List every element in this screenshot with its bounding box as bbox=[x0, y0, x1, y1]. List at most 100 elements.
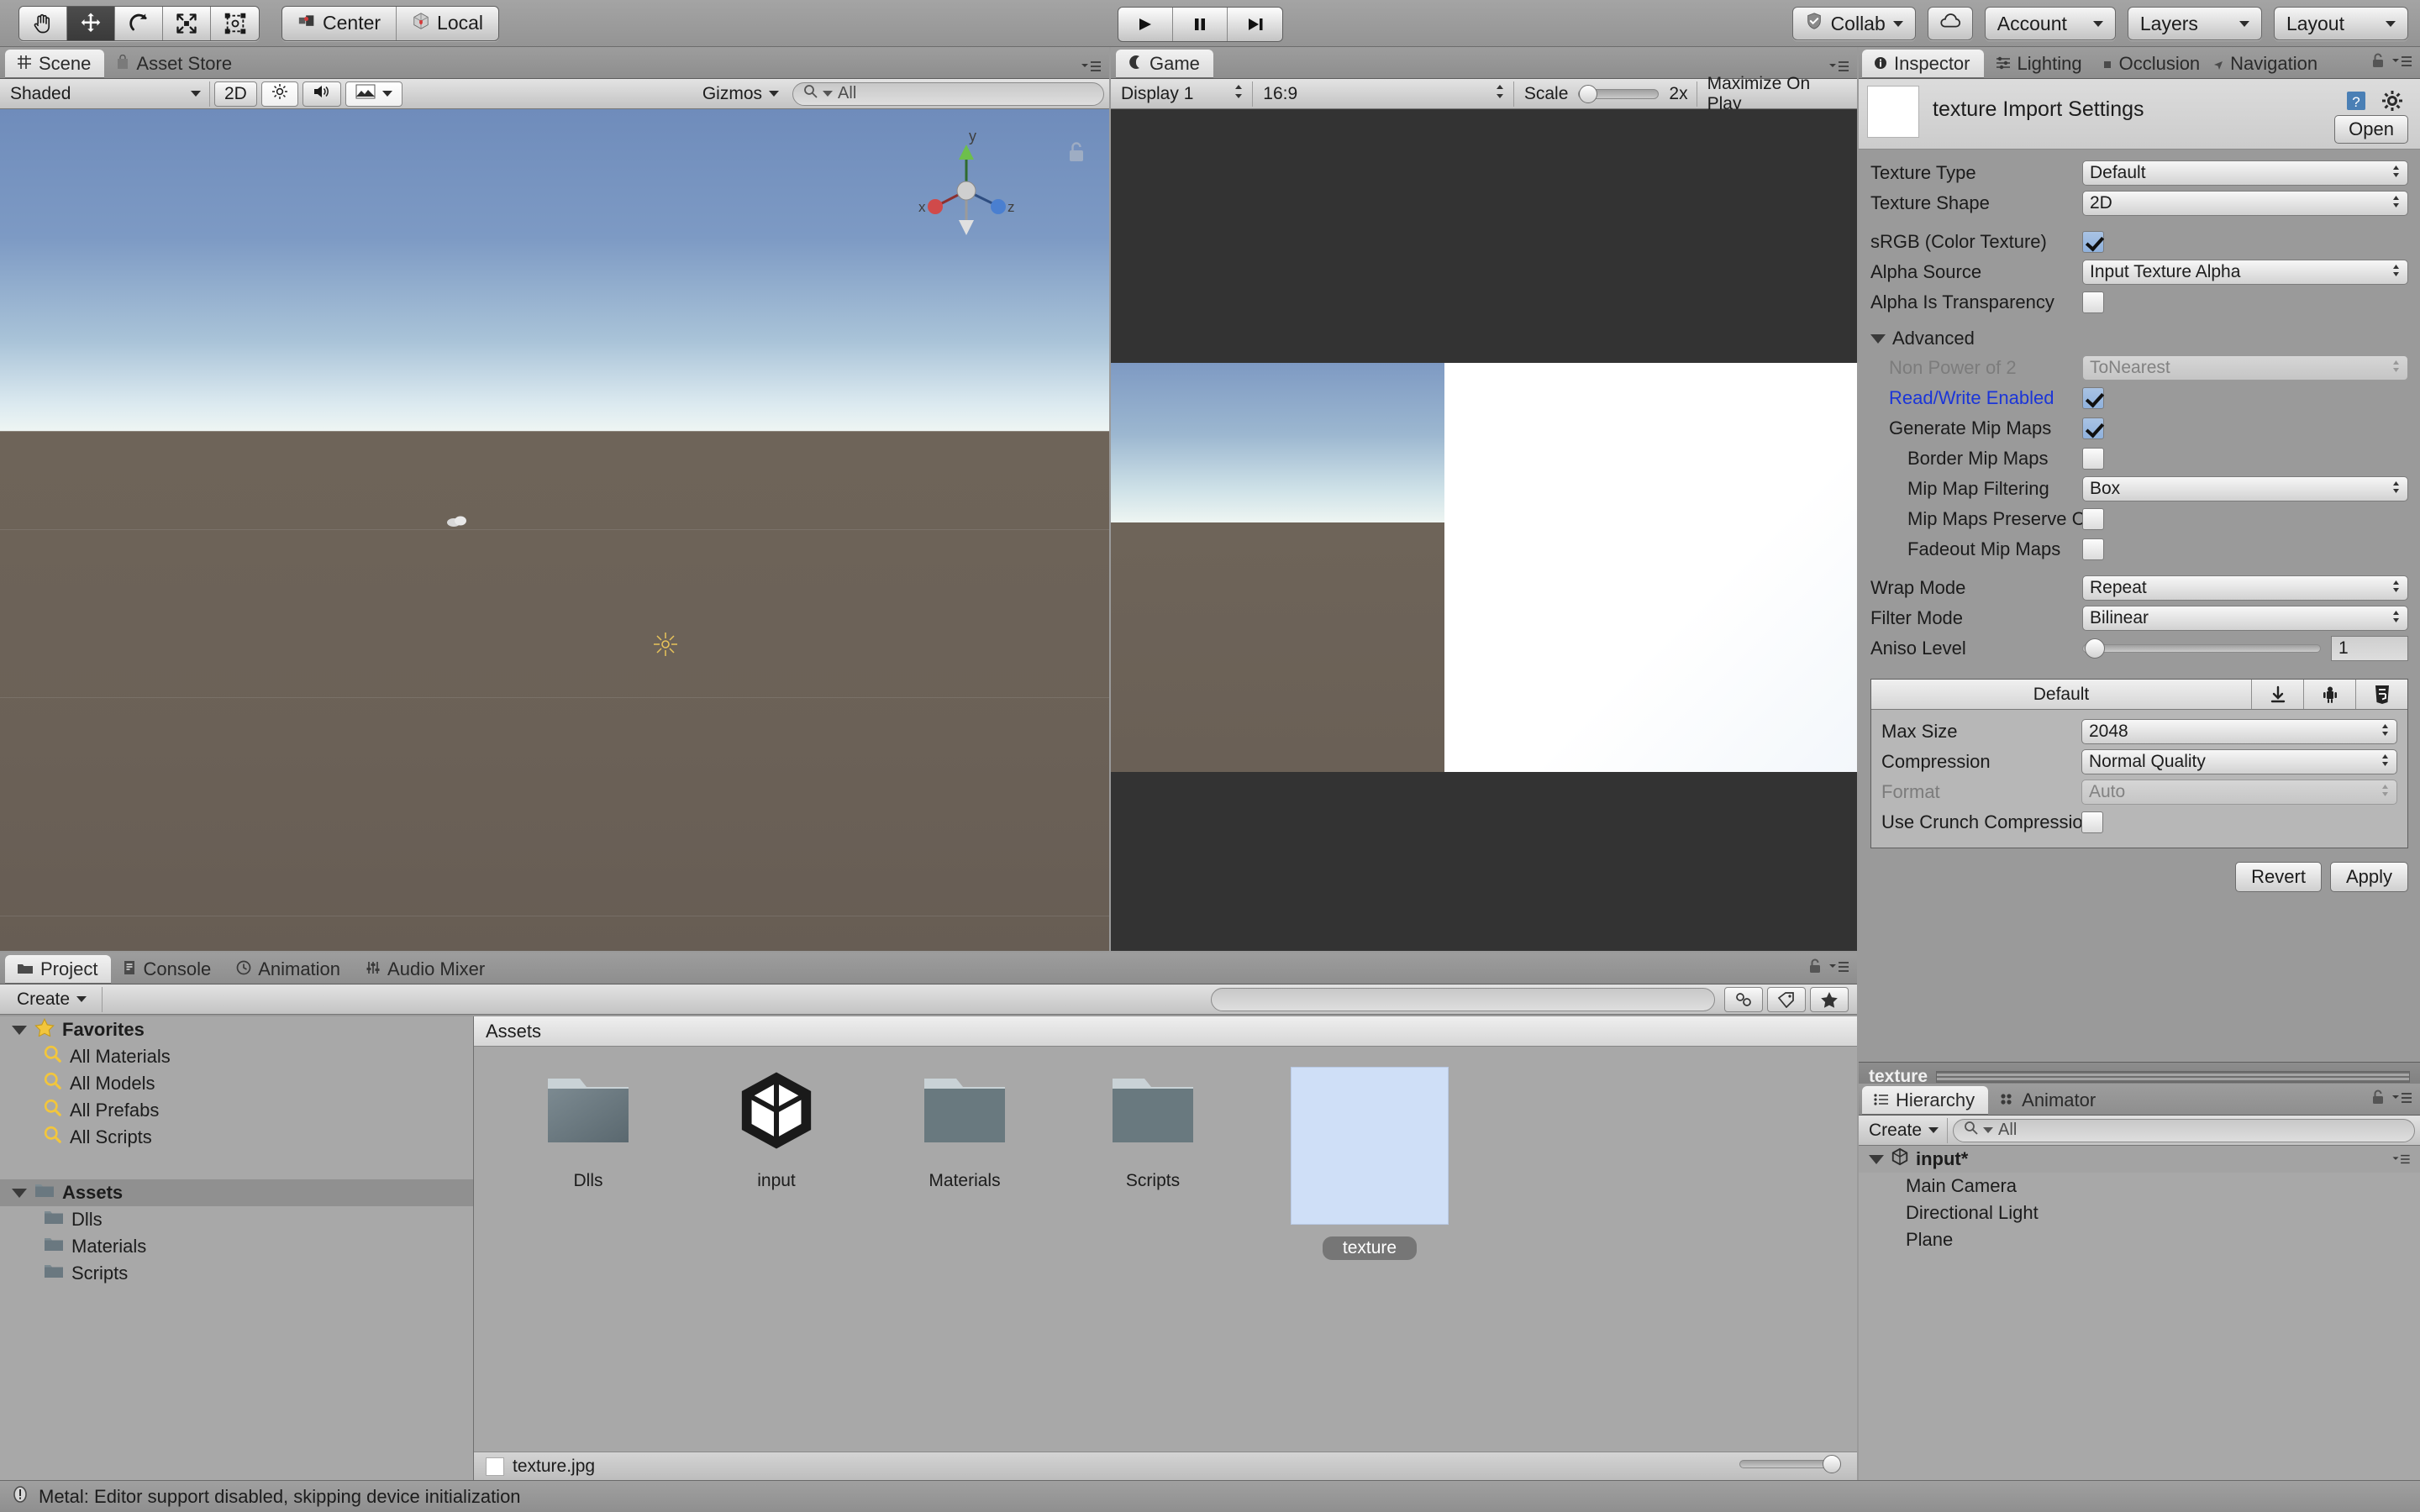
generate-mipmaps-checkbox[interactable] bbox=[2082, 417, 2104, 439]
tree-favorite-all-scripts[interactable]: All Scripts bbox=[0, 1124, 473, 1151]
tree-folder-scripts[interactable]: Scripts bbox=[0, 1260, 473, 1287]
scene-lighting-toggle[interactable] bbox=[260, 81, 298, 107]
hierarchy-create-button[interactable]: Create bbox=[1860, 1117, 1949, 1143]
max-size-dropdown[interactable]: 2048 bbox=[2081, 719, 2397, 744]
tab-game[interactable]: Game bbox=[1116, 50, 1213, 78]
filter-by-label-button[interactable] bbox=[1767, 986, 1806, 1012]
game-viewport[interactable] bbox=[1111, 109, 1857, 951]
inspector-lock-icon[interactable] bbox=[2371, 51, 2385, 73]
tree-favorites-root[interactable]: Favorites bbox=[0, 1016, 473, 1043]
aniso-slider-knob[interactable] bbox=[2085, 638, 2105, 659]
fadeout-mipmaps-checkbox[interactable] bbox=[2082, 538, 2104, 560]
scene-context-menu-icon[interactable] bbox=[2391, 1148, 2412, 1170]
step-button[interactable] bbox=[1228, 8, 1282, 41]
toggle-2d-button[interactable]: 2D bbox=[214, 81, 257, 107]
scene-effects-toggle[interactable] bbox=[345, 81, 402, 107]
scale-tool-button[interactable] bbox=[163, 6, 211, 40]
rotate-tool-button[interactable] bbox=[115, 6, 163, 40]
hierarchy-lock-icon[interactable] bbox=[2371, 1088, 2385, 1110]
platform-tab-default[interactable]: Default bbox=[1871, 685, 2251, 705]
tab-audio-mixer[interactable]: Audio Mixer bbox=[354, 955, 498, 984]
webgl-icon[interactable] bbox=[2355, 680, 2407, 709]
tab-scene[interactable]: Scene bbox=[5, 50, 105, 78]
hierarchy-menu-icon[interactable] bbox=[2391, 1088, 2413, 1110]
asset-item-scripts[interactable]: Scripts bbox=[1099, 1067, 1207, 1452]
aniso-value-field[interactable]: 1 bbox=[2331, 636, 2408, 661]
scene-search-input[interactable]: All bbox=[792, 81, 1105, 106]
tree-folder-dlls[interactable]: Dlls bbox=[0, 1206, 473, 1233]
asset-item-materials[interactable]: Materials bbox=[911, 1067, 1018, 1452]
inspector-menu-icon[interactable] bbox=[2391, 51, 2413, 73]
tab-navigation[interactable]: Navigation bbox=[2207, 50, 2324, 78]
asset-item-texture[interactable]: texture bbox=[1287, 1067, 1452, 1452]
android-icon[interactable] bbox=[2303, 680, 2355, 709]
scene-audio-toggle[interactable] bbox=[302, 81, 341, 107]
asset-item-dlls[interactable]: Dlls bbox=[534, 1067, 642, 1452]
aniso-slider[interactable] bbox=[2082, 638, 2321, 659]
advanced-foldout[interactable]: Advanced bbox=[1870, 324, 2408, 353]
tree-favorite-all-prefabs[interactable]: All Prefabs bbox=[0, 1097, 473, 1124]
apply-button[interactable]: Apply bbox=[2329, 862, 2408, 892]
scene-tab-menu[interactable] bbox=[1081, 60, 1102, 73]
scene-viewport[interactable]: y x z bbox=[0, 109, 1109, 951]
standalone-icon[interactable] bbox=[2251, 680, 2303, 709]
tab-animation[interactable]: Animation bbox=[224, 955, 354, 984]
project-lock-icon[interactable] bbox=[1808, 957, 1822, 979]
draw-mode-dropdown[interactable]: Shaded bbox=[2, 81, 210, 107]
scale-slider-group[interactable]: Scale 2x bbox=[1516, 81, 1697, 107]
play-button[interactable] bbox=[1118, 8, 1173, 41]
tab-project[interactable]: Project bbox=[5, 955, 112, 984]
srgb-checkbox[interactable] bbox=[2082, 231, 2104, 253]
pivot-mode-button[interactable]: Center bbox=[282, 6, 397, 40]
tab-hierarchy[interactable]: Hierarchy bbox=[1862, 1086, 1989, 1115]
move-tool-button[interactable] bbox=[67, 6, 115, 40]
crunch-compression-checkbox[interactable] bbox=[2081, 811, 2103, 833]
alpha-transparency-checkbox[interactable] bbox=[2082, 291, 2104, 313]
hierarchy-item-directional-light[interactable]: Directional Light bbox=[1859, 1200, 2420, 1226]
triangle-down-icon[interactable] bbox=[1869, 1154, 1884, 1164]
asset-item-input[interactable]: input bbox=[723, 1067, 830, 1452]
hierarchy-item-plane[interactable]: Plane bbox=[1859, 1226, 2420, 1253]
cloud-button[interactable] bbox=[1927, 7, 1973, 40]
mipmaps-preserve-checkbox[interactable] bbox=[2082, 508, 2104, 530]
scene-view-axis-gizmo[interactable]: y x z bbox=[903, 128, 1029, 254]
zoom-slider-knob[interactable] bbox=[1823, 1455, 1841, 1473]
tree-folder-materials[interactable]: Materials bbox=[0, 1233, 473, 1260]
account-button[interactable]: Account bbox=[1984, 7, 2116, 40]
wrap-mode-dropdown[interactable]: Repeat bbox=[2082, 575, 2408, 601]
hierarchy-root-item[interactable]: input* bbox=[1859, 1146, 2420, 1173]
tab-console[interactable]: Console bbox=[111, 955, 224, 984]
texture-shape-dropdown[interactable]: 2D bbox=[2082, 191, 2408, 216]
project-search-input[interactable] bbox=[1211, 987, 1715, 1011]
gear-icon[interactable] bbox=[2381, 90, 2403, 117]
status-bar[interactable]: Metal: Editor support disabled, skipping… bbox=[0, 1480, 2420, 1512]
drag-handle[interactable] bbox=[1936, 1070, 2410, 1083]
layers-button[interactable]: Layers bbox=[2127, 7, 2262, 40]
hierarchy-item-main-camera[interactable]: Main Camera bbox=[1859, 1173, 2420, 1200]
tab-asset-store[interactable]: Asset Store bbox=[104, 50, 245, 78]
rotation-mode-button[interactable]: Local bbox=[397, 6, 499, 40]
gizmos-dropdown[interactable]: Gizmos bbox=[694, 81, 787, 107]
border-mipmaps-checkbox[interactable] bbox=[2082, 448, 2104, 470]
display-dropdown[interactable]: Display 1 bbox=[1113, 81, 1254, 107]
maximize-on-play-toggle[interactable]: Maximize On Play bbox=[1699, 74, 1857, 113]
scale-slider[interactable] bbox=[1578, 84, 1660, 103]
game-tab-menu[interactable] bbox=[1828, 60, 1850, 73]
triangle-down-icon[interactable] bbox=[12, 1025, 27, 1035]
tab-occlusion[interactable]: Occlusion bbox=[2096, 50, 2207, 78]
compression-dropdown[interactable]: Normal Quality bbox=[2081, 749, 2397, 774]
aspect-dropdown[interactable]: 16:9 bbox=[1255, 81, 1514, 107]
tree-favorite-all-materials[interactable]: All Materials bbox=[0, 1043, 473, 1070]
tab-animator[interactable]: Animator bbox=[1988, 1086, 2109, 1115]
layout-button[interactable]: Layout bbox=[2273, 7, 2408, 40]
revert-button[interactable]: Revert bbox=[2235, 862, 2322, 892]
collab-button[interactable]: Collab bbox=[1791, 7, 1916, 40]
scale-slider-knob[interactable] bbox=[1579, 84, 1598, 103]
help-book-icon[interactable]: ? bbox=[2344, 89, 2368, 118]
triangle-down-icon[interactable] bbox=[12, 1188, 27, 1198]
tab-inspector[interactable]: Inspector bbox=[1862, 50, 1984, 78]
hierarchy-search-input[interactable]: All bbox=[1953, 1118, 2415, 1142]
read-write-checkbox[interactable] bbox=[2082, 387, 2104, 409]
tab-lighting[interactable]: Lighting bbox=[1984, 50, 2096, 78]
filter-mode-dropdown[interactable]: Bilinear bbox=[2082, 606, 2408, 631]
